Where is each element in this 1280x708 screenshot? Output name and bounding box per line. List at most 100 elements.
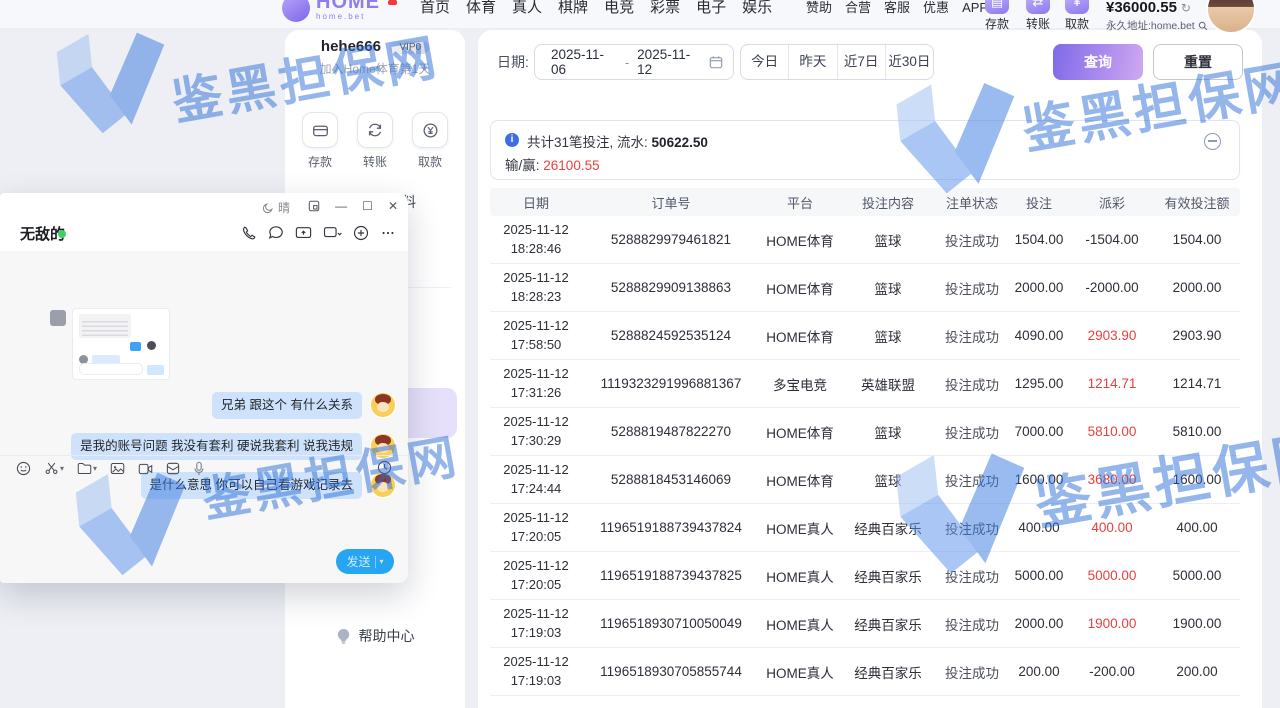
column-header: 日期: [490, 193, 582, 212]
mini-avatar: [147, 341, 156, 350]
cell-status: 投注成功: [936, 278, 1008, 298]
lightbulb-icon: [336, 628, 351, 645]
sidebar-deposit-button[interactable]: 存款: [298, 112, 342, 170]
sidebar-transfer-button[interactable]: 转账: [353, 112, 397, 170]
range-7days-button[interactable]: 近7日: [838, 45, 886, 79]
cell-valid-amount: 200.00: [1154, 664, 1240, 679]
table-row: 2025-11-1218:28:465288829979461821HOME体育…: [490, 216, 1240, 264]
plus-circle-icon[interactable]: [353, 225, 369, 241]
nav-deposit-button[interactable]: ▤ 存款: [977, 0, 1017, 32]
image-icon[interactable]: [110, 462, 125, 475]
message-box-icon[interactable]: [166, 462, 180, 475]
withdraw-icon: ¥: [1065, 0, 1089, 14]
cell-date: 2025-11-1217:19:03: [490, 653, 582, 691]
close-icon[interactable]: ✕: [388, 199, 398, 213]
search-icon[interactable]: [1198, 21, 1208, 31]
refresh-balance-icon[interactable]: ↻: [1181, 1, 1191, 15]
yuan-icon: [412, 112, 448, 148]
cell-content: 经典百家乐: [840, 518, 936, 538]
nav-link-service[interactable]: 客服: [884, 0, 910, 16]
sidebar-item-help[interactable]: 帮助中心: [285, 626, 465, 646]
quick-range-group: 今日 昨天 近7日 近30日: [740, 44, 934, 80]
cell-valid-amount: 2903.90: [1154, 328, 1240, 343]
nav-menu: 首页 体育 真人 棋牌 电竞 彩票 电子 娱乐: [420, 0, 772, 18]
balance-amount: ¥36000.55: [1106, 0, 1177, 16]
screen-share-icon[interactable]: [295, 225, 312, 241]
nav-link-partner[interactable]: 合营: [845, 0, 871, 16]
emoji-icon[interactable]: [16, 461, 31, 476]
bet-records-table: 日期订单号平台投注内容注单状态投注派彩有效投注额 2025-11-1218:28…: [490, 188, 1240, 696]
date-to-value[interactable]: 2025-11-12: [629, 47, 709, 77]
maximize-icon[interactable]: ☐: [362, 199, 373, 213]
page: HOME home.bet 首页 体育 真人 棋牌 电竞 彩票 电子 娱乐 赞助…: [0, 0, 1280, 708]
nav-item-home[interactable]: 首页: [420, 0, 450, 18]
nav-item-live[interactable]: 真人: [512, 0, 542, 18]
cell-date: 2025-11-1217:58:50: [490, 317, 582, 355]
nav-item-esports[interactable]: 电竞: [604, 0, 634, 18]
send-button[interactable]: 发送 ▾: [336, 549, 394, 574]
nav-link-promo[interactable]: 优惠: [923, 0, 949, 16]
date-label: 日期:: [497, 44, 529, 80]
chat-titlebar[interactable]: 晴 — ☐ ✕: [0, 193, 408, 219]
brand-logo[interactable]: HOME home.bet: [282, 0, 380, 21]
reset-button[interactable]: 重置: [1153, 44, 1243, 80]
cell-valid-amount: 5810.00: [1154, 424, 1240, 439]
remote-desktop-icon[interactable]: [323, 225, 342, 241]
collapse-icon[interactable]: [1204, 133, 1221, 150]
nav-transfer-button[interactable]: ⇄ 转账: [1018, 0, 1058, 32]
cell-platform: HOME真人: [760, 518, 840, 538]
cell-date: 2025-11-1217:24:44: [490, 461, 582, 499]
summary-winloss-label: 输/赢:: [505, 158, 540, 173]
screenshot-thumbnail[interactable]: [72, 308, 170, 380]
screenshot-scissors-icon[interactable]: ▾: [44, 461, 64, 476]
cell-order-id: 1196518930705855744: [582, 664, 760, 679]
more-icon[interactable]: [380, 225, 396, 241]
sidebar-quick-actions: 存款 转账 取款: [285, 112, 465, 170]
chat-history-clock-icon[interactable]: [377, 460, 392, 475]
date-from-value[interactable]: 2025-11-06: [535, 47, 625, 77]
nav-item-entertainment[interactable]: 娱乐: [742, 0, 772, 18]
cell-platform: HOME真人: [760, 566, 840, 586]
transfer-circle-icon: [357, 112, 393, 148]
user-avatar[interactable]: [1206, 0, 1256, 34]
nav-withdraw-button[interactable]: ¥ 取款: [1057, 0, 1097, 32]
cell-bet: 7000.00: [1008, 424, 1070, 439]
cell-order-id: 5288818453146069: [582, 472, 760, 487]
query-button[interactable]: 查询: [1053, 44, 1143, 80]
range-today-button[interactable]: 今日: [741, 45, 789, 79]
nav-item-sports[interactable]: 体育: [466, 0, 496, 18]
nav-link-sponsor[interactable]: 赞助: [806, 0, 832, 16]
nav-item-cards[interactable]: 棋牌: [558, 0, 588, 18]
cell-payout: -2000.00: [1070, 280, 1154, 295]
cell-date: 2025-11-1217:19:03: [490, 605, 582, 643]
calendar-icon[interactable]: [709, 55, 723, 69]
nav-item-lottery[interactable]: 彩票: [650, 0, 680, 18]
column-header: 有效投注额: [1154, 193, 1240, 212]
cell-content: 篮球: [840, 230, 936, 250]
minimize-icon[interactable]: —: [335, 199, 347, 213]
cell-bet: 400.00: [1008, 520, 1070, 535]
folder-icon[interactable]: ▾: [77, 462, 97, 475]
table-row: 2025-11-1217:31:261119323291996881367多宝电…: [490, 360, 1240, 408]
send-dropdown-icon[interactable]: ▾: [380, 557, 384, 566]
cell-status: 投注成功: [936, 566, 1008, 586]
voice-call-icon[interactable]: [241, 225, 257, 241]
range-yesterday-button[interactable]: 昨天: [789, 45, 837, 79]
summary-winloss-value: 26100.55: [543, 158, 599, 173]
cell-payout: 5000.00: [1070, 568, 1154, 583]
range-30days-button[interactable]: 近30日: [886, 45, 933, 79]
weather-text: 晴: [278, 199, 290, 216]
microphone-icon[interactable]: [193, 461, 205, 476]
video-icon[interactable]: [138, 463, 153, 475]
date-range-input[interactable]: 2025-11-06 - 2025-11-12: [534, 44, 734, 80]
mini-window-icon[interactable]: [308, 200, 320, 212]
cell-platform: 多宝电竞: [760, 374, 840, 394]
table-row: 2025-11-1217:30:295288819487822270HOME体育…: [490, 408, 1240, 456]
cell-bet: 1295.00: [1008, 376, 1070, 391]
sidebar-withdraw-button[interactable]: 取款: [408, 112, 452, 170]
nav-item-slots[interactable]: 电子: [696, 0, 726, 18]
sender-avatar: [370, 392, 396, 418]
chat-bubble-icon[interactable]: [268, 225, 284, 241]
balance-block: ¥36000.55↻ 永久地址:home.bet: [1106, 0, 1208, 33]
cell-payout: 1214.71: [1070, 376, 1154, 391]
